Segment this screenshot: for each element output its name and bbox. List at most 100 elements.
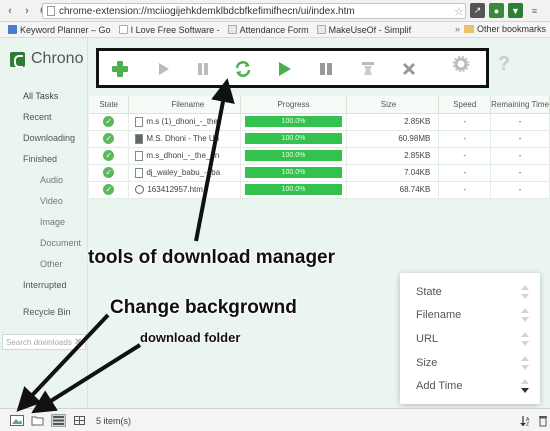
extension-icon[interactable]: ● [489,3,504,18]
start-all-icon[interactable] [275,60,293,78]
other-bookmarks[interactable]: » Other bookmarks [453,24,546,34]
table-row[interactable]: ✓ m.s_dhoni_-_the_un 100.0% 2.85KB - - [89,147,550,165]
add-icon[interactable] [111,60,129,78]
sort-menu: State Filename URL Size Add Time [400,273,540,404]
sidebar-item-interrupted[interactable]: Interrupted [0,275,88,296]
change-background-icon[interactable] [9,414,24,427]
sidebar-item-downloading[interactable]: Downloading [0,128,88,149]
column-header-size[interactable]: Size [346,96,440,114]
settings-gear-icon[interactable] [452,55,470,73]
chrono-logo-icon [10,51,25,68]
file-icon [135,167,144,178]
remaining-time: - [490,147,550,165]
download-speed: - [438,164,492,182]
sidebar-item-audio[interactable]: Audio [0,170,88,191]
filename: m.s_dhoni_-_the_un [146,150,220,160]
sort-icon[interactable]: AZ [518,414,533,427]
sidebar-item-other[interactable]: Other [0,254,88,275]
sidebar-item-finished[interactable]: Finished [0,149,88,170]
svg-text:Z: Z [526,422,529,427]
bookmark-label: MakeUseOf - Simplif [328,24,412,35]
column-header-filename[interactable]: Filename [128,96,242,114]
file-size: 2.85KB [346,113,440,131]
sidebar-item-all-tasks[interactable]: All Tasks [0,86,88,107]
sort-item-label: URL [416,333,439,345]
table-row[interactable]: ✓ dj_waley_babu_-_ba 100.0% 7.04KB - - [89,164,550,182]
other-bookmarks-label: Other bookmarks [476,24,546,34]
sidebar-item-recycle-bin[interactable]: Recycle Bin [0,302,88,323]
bookmark[interactable]: Keyword Planner – Go [8,25,111,35]
chrono-extension-icon[interactable]: ▼ [508,3,523,18]
bookmark[interactable]: I Love Free Software - [118,25,220,35]
app-brand: Chrono [10,50,83,68]
search-downloads: ✕ [2,334,86,350]
bookmark-label: Keyword Planner – Go [20,24,111,35]
extension-icon[interactable]: ↗ [470,3,485,18]
url-field[interactable]: chrome-extension://mciiogijehkdemklbdcbf… [42,3,466,19]
refresh-icon[interactable] [234,60,252,78]
sidebar-item-document[interactable]: Document [0,233,88,254]
sort-item-state[interactable]: State [416,283,530,301]
table-row[interactable]: ✓ M.S. Dhoni - The Un 100.0% 60.98MB - - [89,130,550,148]
sort-arrows-icon [521,332,529,346]
sidebar-item-video[interactable]: Video [0,191,88,212]
sort-item-add-time[interactable]: Add Time [416,377,530,395]
sort-item-label: State [416,286,442,298]
sidebar-item-recent[interactable]: Recent [0,107,88,128]
table-row[interactable]: ✓ 163412957.htm 100.0% 68.74KB - - [89,181,550,199]
bookmark-label: Attendance Form [239,24,309,35]
bookmark[interactable]: Attendance Form [227,24,309,35]
sidebar-item-image[interactable]: Image [0,212,88,233]
filename: M.S. Dhoni - The Un [146,133,220,143]
table-header-row: State Filename Progress Size Speed Remai… [89,96,550,114]
help-icon[interactable]: ? [496,54,512,74]
list-view-icon[interactable] [51,414,66,427]
column-header-state[interactable]: State [89,96,130,114]
status-bar: 5 item(s) AZ [0,408,550,431]
downloads-table: State Filename Progress Size Speed Remai… [89,96,550,199]
completed-check-icon: ✓ [103,116,115,127]
download-folder-icon[interactable] [30,414,45,427]
completed-check-icon: ✓ [103,150,115,161]
download-speed: - [438,147,492,165]
clear-search-icon[interactable]: ✕ [74,337,82,348]
bookmark-star-icon[interactable]: ☆ [454,5,464,18]
forward-icon[interactable]: › [20,4,34,18]
sort-item-label: Size [416,357,438,369]
url-text: chrome-extension://mciiogijehkdemklbdcbf… [59,5,355,17]
delete-icon[interactable] [400,60,418,78]
progress-bar: 100.0% [245,167,342,178]
column-header-progress[interactable]: Progress [240,96,347,114]
progress-text: 100.0% [281,135,306,142]
sort-item-size[interactable]: Size [416,354,530,372]
search-input[interactable] [6,337,72,347]
completed-check-icon: ✓ [103,184,115,195]
column-header-speed[interactable]: Speed [438,96,492,114]
grid-view-icon[interactable] [72,414,87,427]
remaining-time: - [490,113,550,131]
trash-icon[interactable] [535,414,550,427]
clear-finished-icon[interactable] [359,60,377,78]
column-header-remaining-time[interactable]: Remaining Time [490,96,550,114]
filename: m.s (1)_dhoni_-_the [146,116,218,126]
progress-text: 100.0% [281,152,306,159]
bookmark[interactable]: MakeUseOf - Simplif [316,24,412,35]
file-icon [135,116,144,127]
bookmarks-bar: Keyword Planner – Go I Love Free Softwar… [0,22,550,38]
video-file-icon [135,133,144,144]
sort-item-url[interactable]: URL [416,330,530,348]
completed-check-icon: ✓ [103,167,115,178]
sort-item-filename[interactable]: Filename [416,306,530,324]
download-speed: - [438,130,492,148]
open-folder-icon[interactable] [317,60,335,78]
back-icon[interactable]: ‹ [3,4,17,18]
sort-item-label: Add Time [416,380,463,392]
table-row[interactable]: ✓ m.s (1)_dhoni_-_the 100.0% 2.85KB - - [89,113,550,131]
play-icon[interactable] [154,60,172,78]
menu-icon[interactable]: ≡ [527,3,542,18]
remaining-time: - [490,181,550,199]
sidebar: Chrono All Tasks Recent Downloading Fini… [0,38,88,408]
sort-arrows-icon [521,356,529,370]
pause-icon[interactable] [194,60,212,78]
progress-text: 100.0% [281,118,306,125]
